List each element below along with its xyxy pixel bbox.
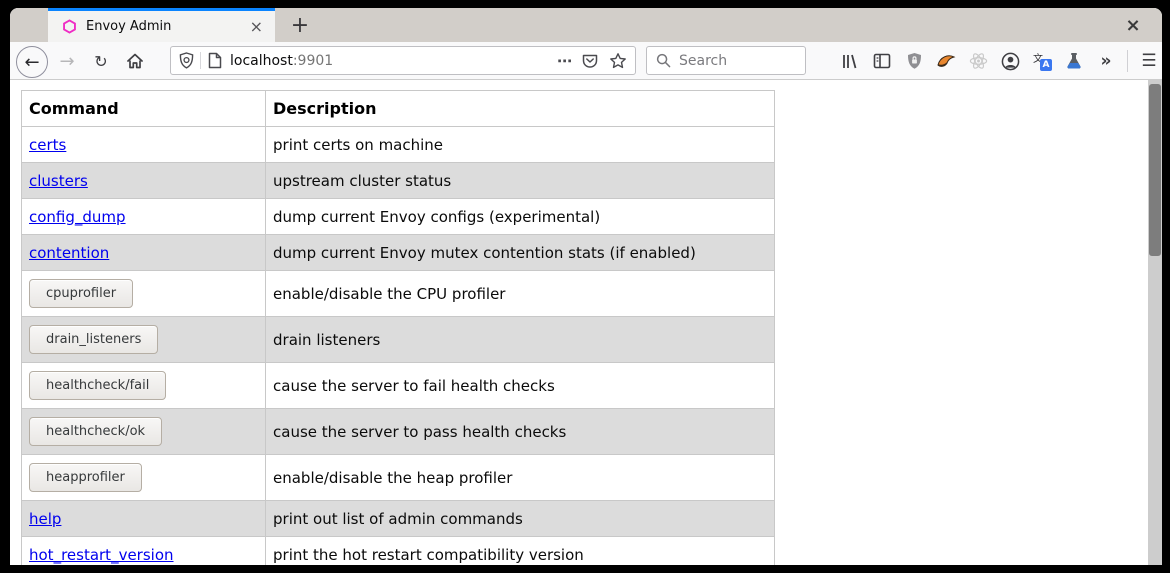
pocket-icon[interactable] xyxy=(581,52,599,70)
search-icon xyxy=(656,53,671,68)
app-menu-button[interactable]: ☰ xyxy=(1133,46,1162,76)
description-cell: print out list of admin commands xyxy=(266,501,775,537)
library-icon xyxy=(841,53,859,70)
tab-envoy-admin[interactable]: Envoy Admin × xyxy=(48,8,275,42)
command-button[interactable]: cpuprofiler xyxy=(29,279,133,308)
command-button[interactable]: healthcheck/fail xyxy=(29,371,166,400)
urlbar-divider xyxy=(200,52,201,69)
description-cell: enable/disable the heap profiler xyxy=(266,455,775,501)
description-column-header: Description xyxy=(266,91,775,127)
back-button[interactable]: ← xyxy=(16,46,48,78)
account-button[interactable] xyxy=(994,46,1026,76)
command-cell: healthcheck/ok xyxy=(22,409,266,455)
sidebar-icon xyxy=(873,53,891,69)
navigation-toolbar: ← → ↻ localhost:9901 ⋯ xyxy=(10,42,1162,80)
table-row: healthcheck/ok cause the server to pass h… xyxy=(22,409,775,455)
page-content: Command Description certs print certs on … xyxy=(10,80,1162,565)
home-icon xyxy=(126,52,144,70)
tracking-protection-shield-icon xyxy=(179,52,194,69)
toolbar-icons: 文 A » ☰ xyxy=(834,46,1162,76)
table-row: drain_listeners drain listeners xyxy=(22,317,775,363)
flask-icon xyxy=(1065,52,1083,70)
command-link[interactable]: help xyxy=(29,510,61,528)
table-row: help print out list of admin commands xyxy=(22,501,775,537)
translate-icon: 文 A xyxy=(1033,52,1051,70)
search-placeholder: Search xyxy=(679,53,727,69)
home-button[interactable] xyxy=(120,46,150,76)
description-cell: dump current Envoy configs (experimental… xyxy=(266,199,775,235)
table-row: cpuprofiler enable/disable the CPU profil… xyxy=(22,271,775,317)
command-cell: help xyxy=(22,501,266,537)
admin-commands-table: Command Description certs print certs on … xyxy=(21,90,775,565)
browser-window: Envoy Admin × + × ← → ↻ localhost: xyxy=(10,8,1162,565)
search-bar[interactable]: Search xyxy=(646,46,806,75)
table-header-row: Command Description xyxy=(22,91,775,127)
description-cell: drain listeners xyxy=(266,317,775,363)
table-row: config_dump dump current Envoy configs (e… xyxy=(22,199,775,235)
command-cell: config_dump xyxy=(22,199,266,235)
command-cell: clusters xyxy=(22,163,266,199)
bookmark-star-icon[interactable] xyxy=(609,52,627,70)
tab-title: Envoy Admin xyxy=(86,19,246,34)
command-cell: hot_restart_version xyxy=(22,537,266,566)
command-link[interactable]: config_dump xyxy=(29,208,126,226)
lab-extension-button[interactable] xyxy=(1058,46,1090,76)
devtools-atom-button[interactable] xyxy=(962,46,994,76)
shield-lock-extension-button[interactable] xyxy=(898,46,930,76)
command-cell: contention xyxy=(22,235,266,271)
translate-extension-button[interactable]: 文 A xyxy=(1026,46,1058,76)
overflow-menu-button[interactable]: » xyxy=(1090,46,1122,76)
atom-icon xyxy=(969,52,988,70)
command-cell: healthcheck/fail xyxy=(22,363,266,409)
tab-close-icon[interactable]: × xyxy=(246,19,267,35)
envoy-favicon-icon xyxy=(62,19,77,34)
scrollbar-thumb[interactable] xyxy=(1149,84,1161,256)
fox-extension-button[interactable] xyxy=(930,46,962,76)
description-cell: print certs on machine xyxy=(266,127,775,163)
table-row: certs print certs on machine xyxy=(22,127,775,163)
command-button[interactable]: drain_listeners xyxy=(29,325,158,354)
url-port: :9901 xyxy=(293,53,333,69)
command-cell: drain_listeners xyxy=(22,317,266,363)
reload-button[interactable]: ↻ xyxy=(86,46,116,76)
account-icon xyxy=(1001,52,1020,71)
table-row: contention dump current Envoy mutex conte… xyxy=(22,235,775,271)
page-actions-icon[interactable]: ⋯ xyxy=(557,52,573,70)
command-link[interactable]: certs xyxy=(29,136,66,154)
vertical-scrollbar[interactable] xyxy=(1148,80,1162,565)
description-cell: dump current Envoy mutex contention stat… xyxy=(266,235,775,271)
page-icon xyxy=(208,52,222,69)
command-button[interactable]: healthcheck/ok xyxy=(29,417,162,446)
toolbar-separator xyxy=(1127,50,1128,72)
command-button[interactable]: heapprofiler xyxy=(29,463,142,492)
command-cell: cpuprofiler xyxy=(22,271,266,317)
description-cell: enable/disable the CPU profiler xyxy=(266,271,775,317)
url-host: localhost xyxy=(230,53,293,69)
description-cell: print the hot restart compatibility vers… xyxy=(266,537,775,566)
shield-lock-icon xyxy=(906,52,923,70)
tab-bar: Envoy Admin × + × xyxy=(10,8,1162,42)
table-row: heapprofiler enable/disable the heap prof… xyxy=(22,455,775,501)
fox-extension-icon xyxy=(936,53,956,69)
description-cell: cause the server to pass health checks xyxy=(266,409,775,455)
command-link[interactable]: hot_restart_version xyxy=(29,546,174,564)
command-cell: heapprofiler xyxy=(22,455,266,501)
forward-button[interactable]: → xyxy=(52,46,82,76)
command-link[interactable]: clusters xyxy=(29,172,88,190)
sidebar-button[interactable] xyxy=(866,46,898,76)
url-text[interactable]: localhost:9901 xyxy=(230,53,549,69)
library-button[interactable] xyxy=(834,46,866,76)
command-link[interactable]: contention xyxy=(29,244,109,262)
url-bar[interactable]: localhost:9901 ⋯ xyxy=(170,46,636,75)
table-row: hot_restart_version print the hot restart… xyxy=(22,537,775,566)
new-tab-button[interactable]: + xyxy=(282,8,318,42)
window-close-button[interactable]: × xyxy=(1118,8,1148,42)
command-cell: certs xyxy=(22,127,266,163)
table-row: clusters upstream cluster status xyxy=(22,163,775,199)
description-cell: cause the server to fail health checks xyxy=(266,363,775,409)
description-cell: upstream cluster status xyxy=(266,163,775,199)
command-column-header: Command xyxy=(22,91,266,127)
table-row: healthcheck/fail cause the server to fail… xyxy=(22,363,775,409)
